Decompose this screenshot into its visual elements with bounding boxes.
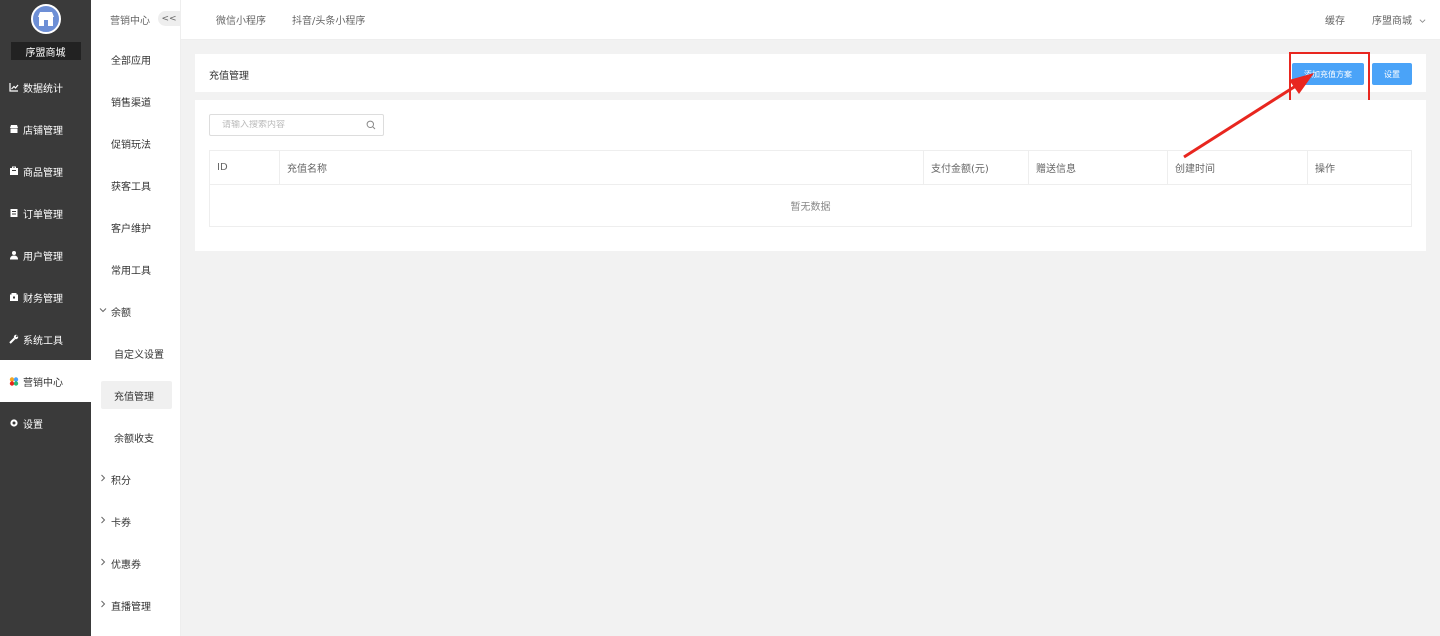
marketing-icon [9,376,19,386]
search-input[interactable] [222,120,362,130]
shop-name: 序盟商城 [10,42,81,60]
table-header-row: ID 充值名称 支付金额(元) 赠送信息 创建时间 操作 [209,150,1412,185]
tab-douyin-miniprogram[interactable]: 抖音/头条小程序 [292,12,365,27]
collapse-button[interactable]: << [158,11,180,26]
chevron-right-icon [99,558,109,569]
column-header-actions: 操作 [1307,150,1412,185]
sidebar-item-label: 系统工具 [23,335,63,347]
sub-group-label: 余额 [111,307,131,319]
account-name: 序盟商城 [1372,16,1412,27]
sidebar-item-marketing[interactable]: 营销中心 [0,360,91,402]
annotation-highlight-box [1289,52,1370,102]
order-icon [9,208,19,218]
store-logo-icon [30,4,61,34]
chart-icon [9,82,19,92]
chevron-right-icon [99,600,109,611]
sidebar-item-label: 设置 [23,419,43,431]
sidebar-item-label: 店铺管理 [23,125,63,137]
sidebar-item-label: 商品管理 [23,167,63,179]
column-header-gift-info: 赠送信息 [1028,150,1168,185]
sidebar-item-label: 订单管理 [23,209,63,221]
sub-group-balance[interactable]: 余额 [91,290,180,332]
search-icon[interactable] [366,120,376,130]
tab-wechat-miniprogram[interactable]: 微信小程序 [216,12,266,27]
settings-button[interactable]: 设置 [1372,63,1412,85]
sidebar-item-label: 数据统计 [23,83,63,95]
chevron-down-icon [99,306,109,317]
gear-icon [9,418,19,428]
goods-icon [9,166,19,176]
sub-item-acquisition[interactable]: 获客工具 [91,164,180,206]
logo-area: 序盟商城 [0,0,91,66]
main-content-card: ID 充值名称 支付金额(元) 赠送信息 创建时间 操作 暂无数据 [195,100,1426,251]
sub-item-sales-channel[interactable]: 销售渠道 [91,80,180,122]
empty-state-text: 暂无数据 [209,184,1412,227]
sidebar-item-store[interactable]: 店铺管理 [0,108,91,150]
annotation-arrow [1183,73,1314,159]
sidebar-item-settings[interactable]: 设置 [0,402,91,444]
page-title: 充值管理 [209,71,249,82]
sub-group-points[interactable]: 积分 [91,458,180,500]
sidebar-item-label: 用户管理 [23,251,63,263]
page-header: 充值管理 添加充值方案 设置 [195,54,1426,92]
column-header-name: 充值名称 [279,150,924,185]
account-menu[interactable]: 序盟商城 [1372,12,1426,27]
store-icon [9,124,19,134]
cache-link[interactable]: 缓存 [1325,12,1345,27]
wrench-icon [9,334,19,344]
sub-group-label: 直播管理 [111,601,151,613]
sub-item-customer-care[interactable]: 客户维护 [91,206,180,248]
chevron-right-icon [99,516,109,527]
sub-group-label: 卡券 [111,517,131,529]
sub-item-all-apps[interactable]: 全部应用 [91,38,180,80]
sidebar-item-stats[interactable]: 数据统计 [0,66,91,108]
finance-icon [9,292,19,302]
main-sidebar: 序盟商城 数据统计 店铺管理 商品管理 订单管理 用户管理 财务管理 系统工具 … [0,0,91,636]
sidebar-item-label: 财务管理 [23,293,63,305]
sub-child-recharge-management[interactable]: 充值管理 [101,381,172,409]
search-box [209,114,384,136]
column-header-created-time: 创建时间 [1167,150,1308,185]
sub-sidebar-header: 营销中心 << [91,0,180,38]
sub-item-promotion[interactable]: 促销玩法 [91,122,180,164]
sub-group-coupons[interactable]: 优惠券 [91,542,180,584]
column-header-amount: 支付金额(元) [923,150,1029,185]
chevron-down-icon [1419,16,1426,27]
sidebar-item-orders[interactable]: 订单管理 [0,192,91,234]
sub-sidebar: 营销中心 << 全部应用 销售渠道 促销玩法 获客工具 客户维护 常用工具 余额… [91,0,181,636]
sub-group-label: 优惠券 [111,559,141,571]
sub-child-balance-records[interactable]: 余额收支 [91,416,180,458]
sidebar-item-finance[interactable]: 财务管理 [0,276,91,318]
sub-group-label: 积分 [111,475,131,487]
chevron-right-icon [99,474,109,485]
sub-item-common-tools[interactable]: 常用工具 [91,248,180,290]
sidebar-item-tools[interactable]: 系统工具 [0,318,91,360]
table-row: 暂无数据 [209,184,1412,227]
column-header-id: ID [209,150,280,185]
sidebar-item-label: 营销中心 [23,377,63,389]
sub-child-custom-settings[interactable]: 自定义设置 [91,332,180,374]
sub-group-cards[interactable]: 卡券 [91,500,180,542]
sidebar-item-goods[interactable]: 商品管理 [0,150,91,192]
sub-group-live[interactable]: 直播管理 [91,584,180,626]
top-bar: 微信小程序 抖音/头条小程序 缓存 序盟商城 [181,0,1440,40]
sub-sidebar-title: 营销中心 [110,15,150,27]
user-icon [9,250,19,260]
recharge-table: ID 充值名称 支付金额(元) 赠送信息 创建时间 操作 暂无数据 [209,150,1412,227]
sidebar-item-users[interactable]: 用户管理 [0,234,91,276]
